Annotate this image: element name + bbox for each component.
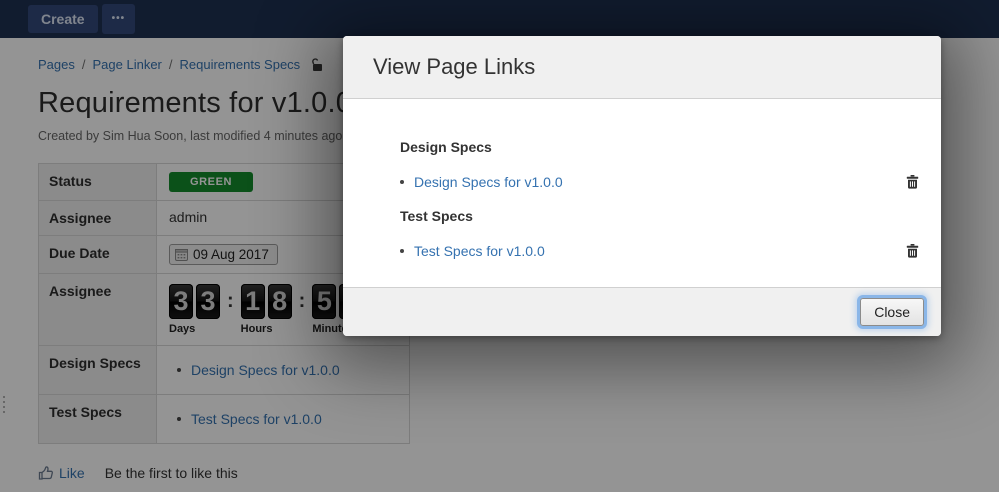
section-heading: Test Specs	[400, 208, 921, 224]
dialog-design-specs-link[interactable]: Design Specs for v1.0.0	[414, 174, 563, 190]
dialog-test-specs-link[interactable]: Test Specs for v1.0.0	[414, 243, 545, 259]
bullet-icon	[400, 249, 404, 253]
design-specs-section: Design Specs Design Specs for v1.0.0	[400, 139, 921, 191]
screen: Create ••• Pages / Page Linker / Require…	[0, 0, 999, 492]
trash-icon	[906, 175, 919, 189]
test-specs-section: Test Specs Test Specs for v1.0.0	[400, 208, 921, 260]
list-item: Test Specs for v1.0.0	[400, 242, 921, 260]
section-heading: Design Specs	[400, 139, 921, 155]
trash-icon	[906, 244, 919, 258]
dialog-footer: Close	[343, 287, 941, 336]
delete-link-button[interactable]	[904, 173, 921, 191]
dialog-header: View Page Links	[343, 36, 941, 99]
dialog-body: Design Specs Design Specs for v1.0.0	[343, 99, 941, 287]
view-page-links-dialog: View Page Links Design Specs Design Spec…	[343, 36, 941, 336]
list-item: Design Specs for v1.0.0	[400, 173, 921, 191]
delete-link-button[interactable]	[904, 242, 921, 260]
close-button[interactable]: Close	[860, 298, 924, 326]
dialog-title: View Page Links	[373, 54, 535, 80]
bullet-icon	[400, 180, 404, 184]
